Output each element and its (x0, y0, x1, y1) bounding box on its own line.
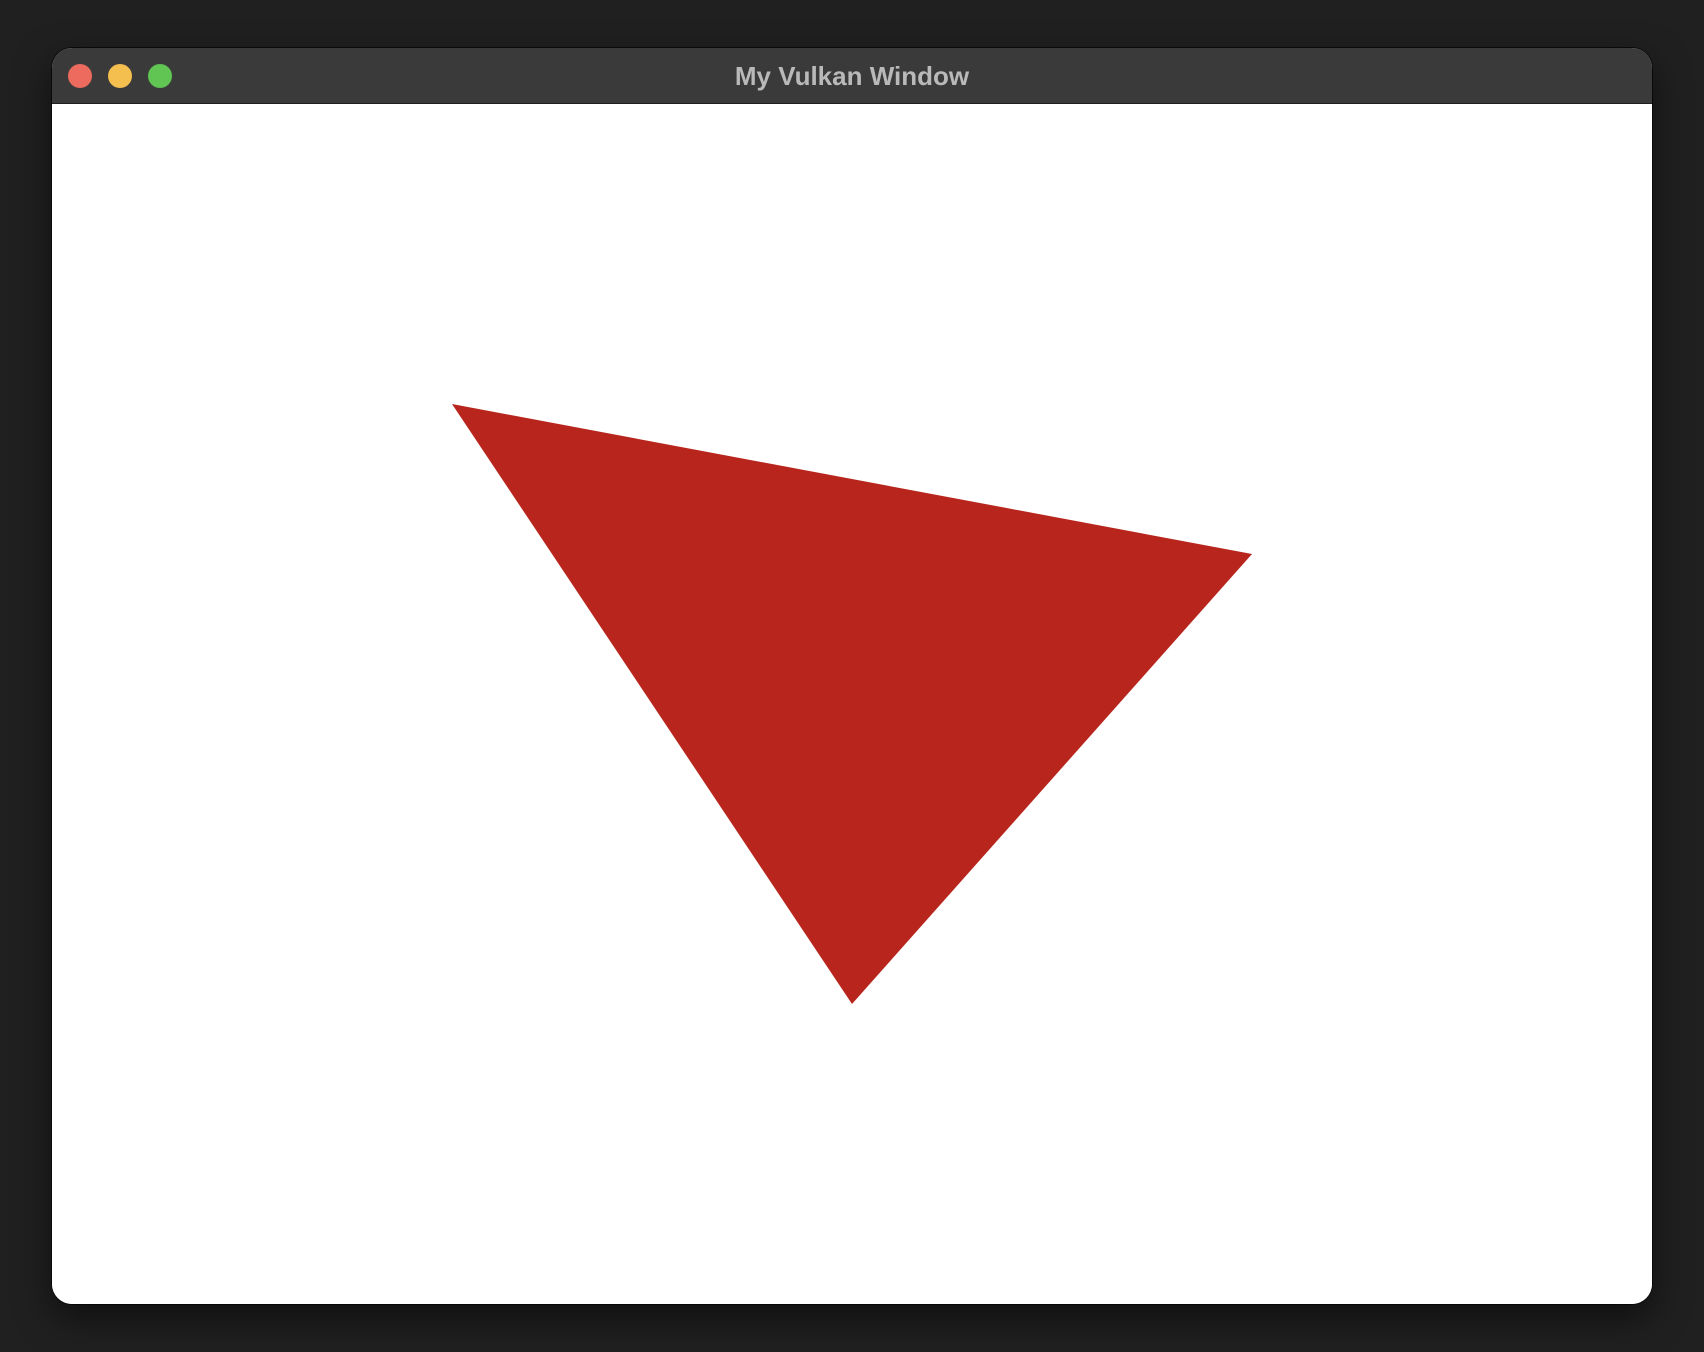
red-triangle (452, 404, 1252, 1004)
render-viewport (52, 104, 1652, 1304)
app-window: My Vulkan Window (52, 48, 1652, 1304)
title-bar[interactable]: My Vulkan Window (52, 48, 1652, 104)
window-title: My Vulkan Window (734, 61, 970, 91)
render-canvas (452, 404, 1252, 1004)
